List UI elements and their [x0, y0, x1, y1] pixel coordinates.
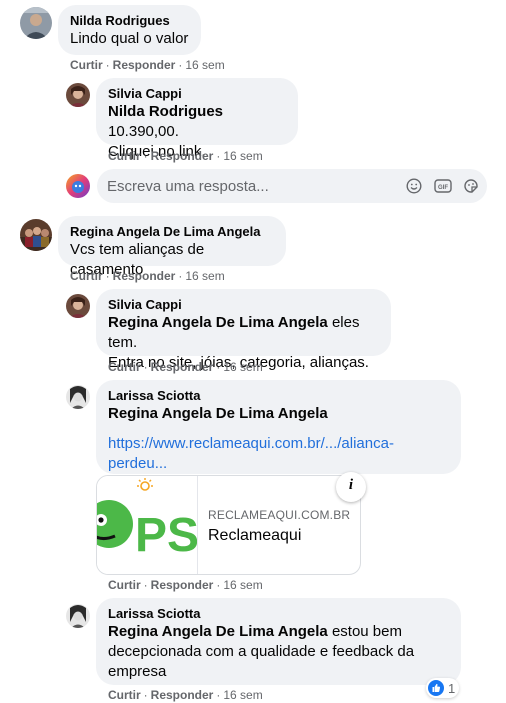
info-button[interactable]: i	[336, 472, 366, 502]
like-button[interactable]: Curtir	[108, 688, 141, 702]
mention-link[interactable]: Regina Angela De Lima Angela	[108, 404, 449, 424]
author-name[interactable]: Larissa Sciotta	[108, 388, 449, 404]
author-name[interactable]: Silvia Cappi	[108, 297, 379, 313]
reply-button[interactable]: Responder	[151, 578, 214, 592]
like-button[interactable]: Curtir	[70, 269, 103, 283]
like-button[interactable]: Curtir	[108, 360, 141, 374]
link-domain: RECLAMEAQUI.COM.BR	[208, 508, 351, 522]
mention-link[interactable]: Regina Angela De Lima Angela	[108, 623, 328, 640]
author-name[interactable]: Larissa Sciotta	[108, 606, 449, 622]
timestamp[interactable]: 16 sem	[185, 58, 224, 72]
avatar[interactable]	[20, 219, 52, 251]
reply-input[interactable]	[107, 176, 397, 196]
avatar[interactable]	[66, 83, 90, 107]
mention-link[interactable]: Regina Angela De Lima Angela	[108, 314, 328, 331]
comment-bubble: Nilda Rodrigues Lindo qual o valor	[58, 5, 201, 55]
like-button[interactable]: Curtir	[108, 578, 141, 592]
reply-button[interactable]: Responder	[113, 58, 176, 72]
reply-button[interactable]: Responder	[151, 688, 214, 702]
current-user-avatar	[66, 174, 90, 198]
timestamp[interactable]: 16 sem	[185, 269, 224, 283]
reply-text-line: decepcionada com a qualidade e feedback …	[108, 643, 415, 660]
reply-text: Regina Angela De Lima Angela eles tem.	[108, 314, 360, 351]
reply-text: Nilda Rodrigues 10.390,00.	[108, 103, 224, 140]
comment-actions: Curtir · Responder · 16 sem	[108, 688, 263, 702]
reply-bubble: Larissa Sciotta Regina Angela De Lima An…	[96, 598, 461, 685]
author-name[interactable]: Silvia Cappi	[108, 86, 286, 102]
like-button[interactable]: Curtir	[108, 149, 141, 163]
reply-button[interactable]: Responder	[151, 149, 214, 163]
comment-actions: Curtir · Responder · 16 sem	[70, 58, 225, 72]
link-preview-card[interactable]: PS RECLAMEAQUI.COM.BR Reclameaqui	[96, 475, 361, 575]
reply-button[interactable]: Responder	[113, 269, 176, 283]
avatar[interactable]	[66, 604, 90, 628]
sticker-icon[interactable]	[463, 178, 479, 194]
link-title[interactable]: Reclameaqui	[208, 527, 301, 545]
reaction-count: 1	[448, 680, 456, 696]
reply-text: Regina Angela De Lima Angela estou bem	[108, 623, 402, 640]
comment-actions: Curtir · Responder · 16 sem	[70, 269, 225, 283]
link-preview-image: PS	[97, 476, 198, 574]
reply-bubble: Larissa Sciotta Regina Angela De Lima An…	[96, 380, 461, 474]
comment-actions: Curtir · Responder · 16 sem	[108, 360, 263, 374]
gif-icon[interactable]: GIF	[434, 178, 452, 194]
mention-link[interactable]: Nilda Rodrigues	[108, 103, 223, 120]
svg-text:GIF: GIF	[438, 185, 448, 191]
url-line[interactable]: https://www.reclameaqui.com.br/.../alian…	[108, 435, 394, 452]
timestamp[interactable]: 16 sem	[223, 578, 262, 592]
comment-actions: Curtir · Responder · 16 sem	[108, 578, 263, 592]
url-line[interactable]: perdeu...	[108, 455, 167, 472]
url-link[interactable]: https://www.reclameaqui.com.br/.../alian…	[108, 434, 449, 454]
comment-bubble: Regina Angela De Lima Angela Vcs tem ali…	[58, 216, 286, 278]
reply-box: GIF	[97, 169, 487, 203]
reply-text-line: empresa	[108, 663, 167, 680]
author-name[interactable]: Nilda Rodrigues	[70, 13, 189, 29]
reply-button[interactable]: Responder	[151, 360, 214, 374]
url-link-line[interactable]: perdeu...	[108, 454, 449, 474]
reaction-summary[interactable]: 1	[426, 678, 460, 698]
like-button[interactable]: Curtir	[70, 58, 103, 72]
info-icon: i	[348, 477, 354, 493]
avatar[interactable]	[66, 294, 90, 318]
timestamp[interactable]: 16 sem	[223, 360, 262, 374]
avatar[interactable]	[20, 7, 52, 39]
smile-icon[interactable]	[406, 178, 422, 194]
comment-actions: Curtir · Responder · 16 sem	[108, 149, 263, 163]
avatar[interactable]	[66, 385, 90, 409]
reply-bubble: Silvia Cappi Regina Angela De Lima Angel…	[96, 289, 391, 371]
timestamp[interactable]: 16 sem	[223, 149, 262, 163]
comment-text: Lindo qual o valor	[70, 30, 189, 47]
author-name[interactable]: Regina Angela De Lima Angela	[70, 224, 274, 240]
reply-bubble: Silvia Cappi Nilda Rodrigues 10.390,00. …	[96, 78, 298, 160]
timestamp[interactable]: 16 sem	[223, 688, 262, 702]
logo-text: PS	[135, 509, 197, 562]
like-icon	[428, 680, 444, 696]
